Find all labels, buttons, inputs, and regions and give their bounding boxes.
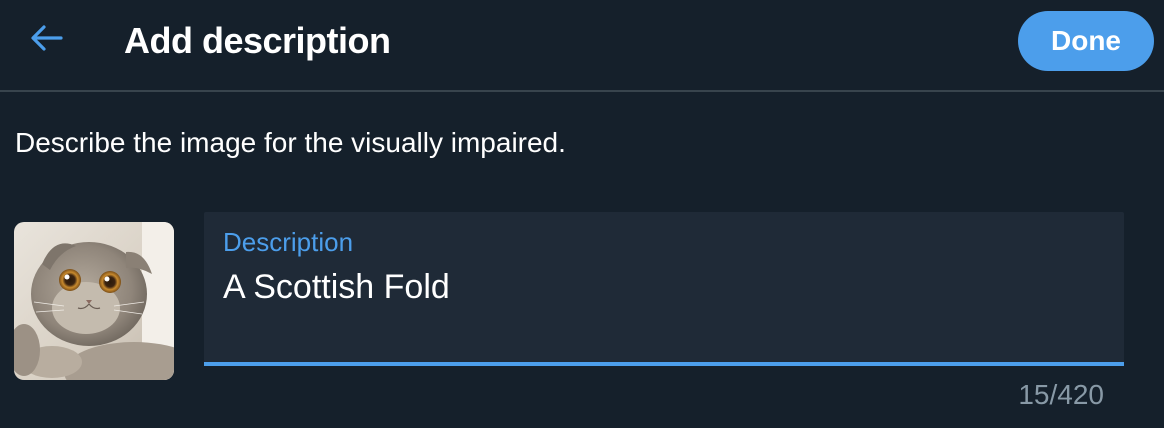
- description-field-label: Description: [223, 227, 354, 257]
- description-field[interactable]: Description A Scottish Fold: [204, 212, 1124, 366]
- character-counter: 15/420: [1018, 379, 1104, 410]
- arrow-left-icon: [28, 24, 64, 57]
- page-title: Add description: [124, 20, 391, 61]
- description-input[interactable]: A Scottish Fold: [223, 267, 450, 307]
- done-button[interactable]: Done: [1018, 11, 1154, 71]
- back-button[interactable]: [22, 18, 70, 62]
- add-description-dialog: Add description Done Describe the image …: [0, 0, 1164, 428]
- header-bar: Add description Done: [0, 0, 1164, 92]
- image-thumbnail: [14, 222, 174, 380]
- instruction-text: Describe the image for the visually impa…: [15, 127, 566, 158]
